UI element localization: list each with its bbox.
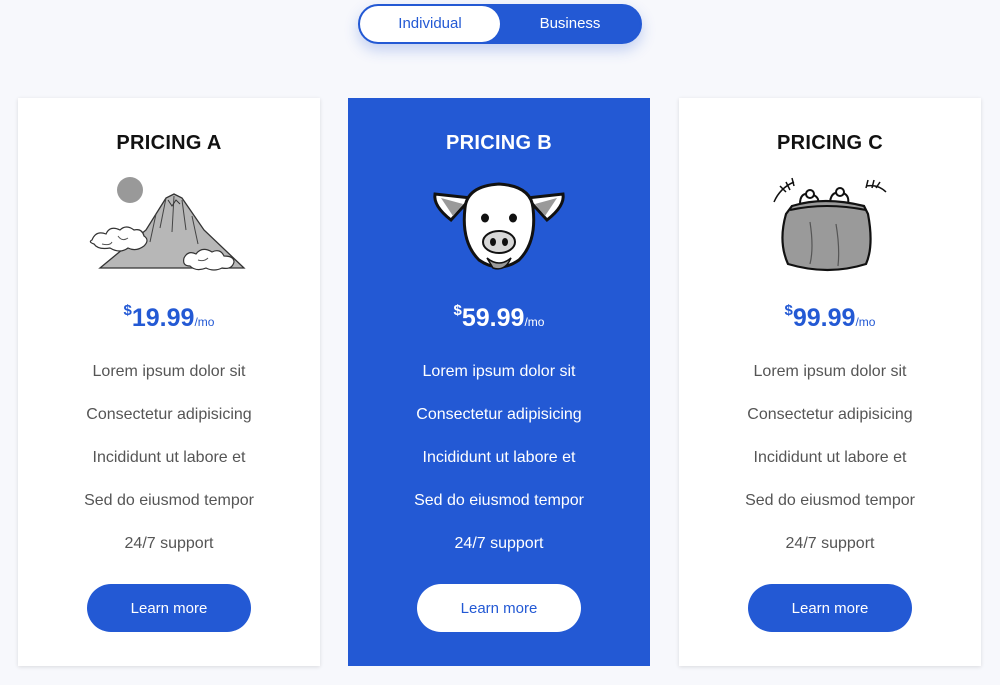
feature-item: Lorem ipsum dolor sit [422, 363, 576, 380]
plan-title: PRICING A [116, 132, 222, 154]
price-currency: $ [123, 302, 132, 319]
feature-item: Lorem ipsum dolor sit [92, 363, 246, 380]
feature-item: Sed do eiusmod tempor [84, 492, 254, 509]
feature-item: 24/7 support [124, 535, 214, 552]
feature-item: Incididunt ut labore et [753, 449, 907, 466]
pig-icon [429, 172, 569, 281]
price-period: /mo [524, 315, 545, 329]
feature-item: Incididunt ut labore et [422, 449, 576, 466]
feature-item: Incididunt ut labore et [92, 449, 246, 466]
learn-more-button[interactable]: Learn more [748, 584, 912, 632]
pricing-card-b: PRICING B $59.99/mo Lorem ipsum dolor si… [348, 98, 650, 666]
toggle-option-business[interactable]: Business [500, 6, 640, 42]
plan-title: PRICING B [445, 132, 553, 154]
learn-more-button[interactable]: Learn more [417, 584, 581, 632]
feature-item: Lorem ipsum dolor sit [753, 363, 907, 380]
pricing-card-c: PRICING C $99.99/mo Lorem ipsum dolor si… [679, 98, 981, 666]
feature-item: Consectetur adipisicing [416, 406, 582, 423]
feature-list: Lorem ipsum dolor sit Consectetur adipis… [679, 360, 981, 575]
plan-type-toggle[interactable]: Individual Business [358, 4, 642, 44]
plan-title: PRICING C [776, 132, 884, 154]
price-period: /mo [855, 315, 876, 329]
feature-list: Lorem ipsum dolor sit Consectetur adipis… [348, 360, 650, 575]
pricing-card-a: PRICING A $19.99/mo Lorem ipsum dolor si… [18, 98, 320, 666]
price-period: /mo [194, 315, 215, 329]
feature-list: Lorem ipsum dolor sit Consectetur adipis… [18, 360, 320, 575]
mountain-icon [86, 172, 252, 277]
price-amount: 59.99 [461, 304, 525, 332]
feature-item: Sed do eiusmod tempor [414, 492, 584, 509]
feature-item: 24/7 support [454, 535, 544, 552]
toggle-option-individual[interactable]: Individual [360, 6, 500, 42]
price-currency: $ [784, 302, 793, 319]
plan-price: $59.99/mo [348, 302, 650, 333]
learn-more-button[interactable]: Learn more [87, 584, 251, 632]
feature-item: Sed do eiusmod tempor [745, 492, 915, 509]
feature-item: 24/7 support [785, 535, 875, 552]
price-amount: 19.99 [131, 304, 195, 332]
coin-purse-icon [770, 172, 890, 281]
price-amount: 99.99 [792, 304, 856, 332]
feature-item: Consectetur adipisicing [747, 406, 913, 423]
plan-price: $19.99/mo [18, 302, 320, 333]
plan-price: $99.99/mo [679, 302, 981, 333]
feature-item: Consectetur adipisicing [86, 406, 252, 423]
price-currency: $ [453, 302, 462, 319]
